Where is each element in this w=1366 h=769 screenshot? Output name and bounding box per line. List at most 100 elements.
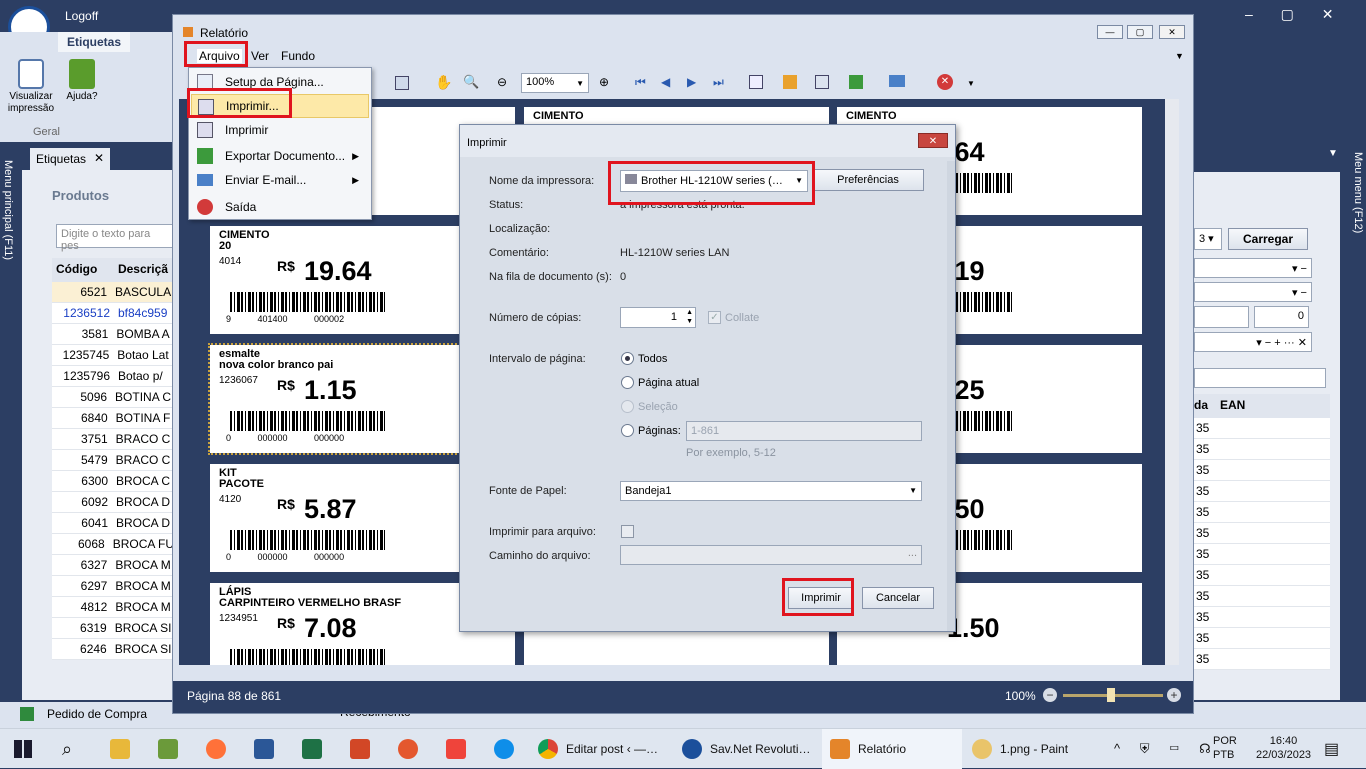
right-grid-row[interactable]: 35	[1194, 523, 1330, 544]
menubar-overflow-icon[interactable]: ▼	[1175, 51, 1184, 61]
window-controls[interactable]: – ▢ ✕	[1245, 6, 1334, 23]
search-button[interactable]: ⌕	[62, 729, 72, 769]
zoom-combo[interactable]: 100% ▼	[521, 73, 589, 93]
color-icon[interactable]	[783, 75, 797, 89]
table-row[interactable]: 6319 BROCA SI	[52, 618, 172, 639]
zoom-plus-icon[interactable]: +	[1167, 688, 1181, 702]
paper-select[interactable]: Bandeja1 ▼	[620, 481, 922, 501]
language-indicator[interactable]: POR PTB	[1213, 729, 1237, 769]
excel-button[interactable]	[302, 729, 330, 769]
zoom-minus-icon[interactable]: −	[1043, 688, 1057, 702]
collate-checkbox[interactable]: ✓	[708, 311, 721, 324]
powerpoint-button[interactable]	[350, 729, 378, 769]
ribbon-tab-etiquetas[interactable]: Etiquetas	[58, 32, 130, 52]
table-row[interactable]: 3751 BRACO C	[52, 429, 172, 450]
dialog-scrollbar[interactable]	[947, 161, 955, 631]
table-row[interactable]: 6840 BOTINA F	[52, 408, 172, 429]
teamviewer-button[interactable]	[494, 729, 522, 769]
pedido-compra-item[interactable]: Pedido de Compra	[47, 707, 147, 721]
prev-page-icon[interactable]: ◀	[661, 75, 670, 89]
table-row[interactable]: 6246 BROCA SI	[52, 639, 172, 660]
doc-tab-etiquetas[interactable]: Etiquetas ✕	[30, 148, 110, 172]
col-ean-header[interactable]: EAN	[1216, 394, 1249, 418]
start-button[interactable]	[14, 729, 32, 769]
right-field-2[interactable]: ▾ −	[1194, 282, 1312, 302]
table-row[interactable]: 4812 BROCA M	[52, 597, 172, 618]
table-row[interactable]: 3581 BOMBA A	[52, 324, 172, 345]
zoom-slider-thumb[interactable]	[1107, 688, 1115, 702]
export-icon[interactable]	[849, 75, 863, 89]
search-input[interactable]: Digite o texto para pes	[56, 224, 176, 252]
right-field-5[interactable]	[1194, 368, 1326, 388]
app-button[interactable]	[398, 729, 426, 769]
right-combo[interactable]: 3 ▾	[1194, 228, 1222, 250]
zoom-in-icon[interactable]: ⊕	[599, 75, 609, 89]
table-row[interactable]: 5096 BOTINA C	[52, 387, 172, 408]
email-icon[interactable]	[889, 75, 905, 87]
multipage-icon[interactable]	[749, 75, 763, 89]
notes-button[interactable]	[158, 729, 186, 769]
pedido-compra-icon[interactable]	[20, 707, 34, 721]
cancel-button[interactable]: Cancelar	[862, 587, 934, 609]
task-chrome[interactable]: Editar post ‹ —…	[538, 729, 674, 769]
right-grid-row[interactable]: 35	[1194, 481, 1330, 502]
left-side-menu[interactable]: Menu principal (F11)	[0, 160, 22, 702]
copies-stepper[interactable]: 1 ▲ ▼	[620, 307, 696, 328]
radio-all[interactable]	[621, 352, 634, 365]
logoff-label[interactable]: Logoff	[65, 9, 98, 23]
right-grid-row[interactable]: 35	[1194, 607, 1330, 628]
table-row[interactable]: 1236512 bf84c959	[52, 303, 172, 324]
maximize-button[interactable]: ▢	[1127, 25, 1153, 39]
task-paint[interactable]: 1.png - Paint	[972, 729, 1108, 769]
hand-icon[interactable]: ✋	[435, 74, 452, 91]
table-row[interactable]: 1235745 Botao Lat	[52, 345, 172, 366]
close-button[interactable]: ✕	[1159, 25, 1185, 39]
main-menu-vertical[interactable]: Menu principal (F11)	[2, 160, 14, 260]
table-row[interactable]: 6297 BROCA M	[52, 576, 172, 597]
preview-button[interactable]: Visualizar impressão	[4, 56, 58, 122]
watermark-icon[interactable]	[815, 75, 829, 89]
table-row[interactable]: 6068 BROCA FU	[52, 534, 172, 555]
explorer-button[interactable]	[110, 729, 138, 769]
vertical-scrollbar[interactable]	[1165, 99, 1179, 665]
tray-icons[interactable]: ^ ⛨ ▭ ☊	[1114, 729, 1219, 769]
menu-item-email[interactable]: Enviar E-mail... ▶	[191, 168, 369, 192]
menu-item-print[interactable]: Imprimir	[191, 118, 369, 142]
right-grid-row[interactable]: 35	[1194, 460, 1330, 481]
right-grid-row[interactable]: 35	[1194, 502, 1330, 523]
radio-pages[interactable]	[621, 424, 634, 437]
close-preview-icon[interactable]: ✕	[937, 74, 953, 90]
menu-ver[interactable]: Ver	[251, 49, 269, 63]
next-page-icon[interactable]: ▶	[687, 75, 696, 89]
right-grid-row[interactable]: 35	[1194, 649, 1330, 670]
firefox-button[interactable]	[206, 729, 234, 769]
table-row[interactable]: 6041 BROCA D	[52, 513, 172, 534]
minimize-button[interactable]: —	[1097, 25, 1123, 39]
zoom-slider[interactable]	[1063, 688, 1163, 702]
menu-fundo[interactable]: Fundo	[281, 49, 315, 63]
table-row[interactable]: 6521 BASCULA	[52, 282, 172, 303]
close-icon[interactable]: ✕	[94, 151, 104, 165]
right-grid-row[interactable]: 35	[1194, 439, 1330, 460]
zoom-icon[interactable]: 🔍	[463, 74, 479, 90]
table-row[interactable]: 6092 BROCA D	[52, 492, 172, 513]
right-grid-row[interactable]: 35	[1194, 418, 1330, 439]
right-field-4[interactable]: ▾ − + ··· ✕	[1194, 332, 1312, 352]
help-button[interactable]: Ajuda?	[62, 56, 102, 122]
table-row[interactable]: 6327 BROCA M	[52, 555, 172, 576]
col-da-header[interactable]: da	[1194, 394, 1216, 418]
collapse-icon[interactable]: ▼	[1328, 148, 1338, 159]
menu-item-export[interactable]: Exportar Documento... ▶	[191, 144, 369, 168]
last-page-icon[interactable]: ⏭	[713, 75, 724, 90]
clock[interactable]: 16:40 22/03/2023	[1256, 729, 1311, 769]
right-field-3[interactable]	[1194, 306, 1249, 328]
right-field-1[interactable]: ▾ −	[1194, 258, 1312, 278]
zoom-out-icon[interactable]: ⊖	[497, 75, 507, 89]
layout-icon[interactable]	[395, 76, 409, 90]
carregar-button[interactable]: Carregar	[1228, 228, 1308, 250]
stepper-arrows-icon[interactable]: ▲ ▼	[686, 308, 693, 326]
preferences-button[interactable]: Preferências	[812, 169, 924, 191]
task-relatorio[interactable]: Relatório	[822, 729, 962, 769]
right-grid-row[interactable]: 35	[1194, 628, 1330, 649]
anydesk-button[interactable]	[446, 729, 474, 769]
